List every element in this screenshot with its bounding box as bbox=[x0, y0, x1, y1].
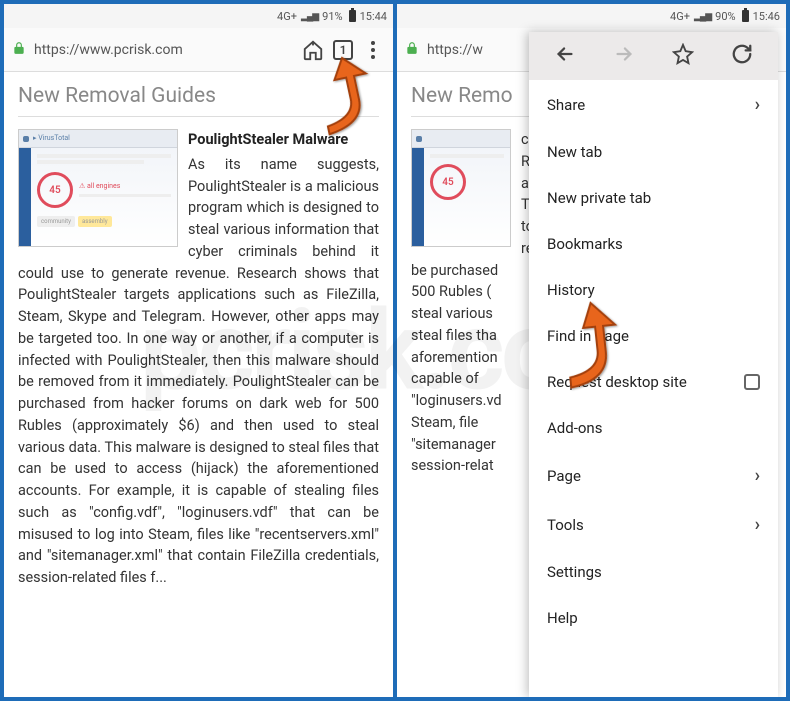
screen-right: 4G+ ▂▄▆ 90% 15:46 https://w New Remo 45 … bbox=[397, 4, 786, 697]
menu-item-new-private-tab[interactable]: New private tab bbox=[529, 175, 778, 221]
chevron-right-icon: › bbox=[755, 94, 760, 115]
menu-item-add-ons[interactable]: Add-ons bbox=[529, 405, 778, 451]
menu-item-new-tab[interactable]: New tab bbox=[529, 129, 778, 175]
reload-icon[interactable] bbox=[728, 43, 756, 70]
menu-item-label: New tab bbox=[547, 143, 602, 161]
page-content: New Removal Guides ▸ VirusTotal 45 ⚠ all… bbox=[4, 72, 393, 697]
article: ▸ VirusTotal 45 ⚠ all engines community bbox=[18, 129, 379, 589]
menu-items: Share › New tab New private tab Bookmarks His… bbox=[529, 80, 778, 697]
forward-icon bbox=[610, 43, 638, 70]
home-icon[interactable] bbox=[301, 38, 325, 62]
menu-item-label: New private tab bbox=[547, 189, 651, 207]
page-title: New Removal Guides bbox=[18, 84, 379, 117]
net-label: 4G+ bbox=[670, 10, 690, 23]
screen-left: 4G+ ▂▄▆ 91% 15:44 https://www.pcrisk.com… bbox=[4, 4, 393, 697]
signal-icon: ▂▄▆ bbox=[301, 11, 318, 22]
menu-item-label: Bookmarks bbox=[547, 235, 623, 253]
menu-icon[interactable] bbox=[361, 38, 385, 62]
status-bar: 4G+ ▂▄▆ 91% 15:44 bbox=[4, 4, 393, 28]
menu-item-label: Share bbox=[547, 96, 585, 114]
menu-item-help[interactable]: Help bbox=[529, 595, 778, 641]
checkbox-icon[interactable] bbox=[744, 374, 760, 390]
clock: 15:44 bbox=[360, 10, 387, 23]
battery-icon bbox=[742, 10, 749, 22]
article-thumb[interactable]: 45 bbox=[411, 129, 511, 247]
tab-count[interactable]: 1 bbox=[333, 40, 353, 60]
lock-icon bbox=[405, 41, 419, 59]
menu-item-history[interactable]: History bbox=[529, 267, 778, 313]
menu-item-page[interactable]: Page › bbox=[529, 451, 778, 500]
menu-item-share[interactable]: Share › bbox=[529, 80, 778, 129]
url-text[interactable]: https://www.pcrisk.com bbox=[34, 42, 293, 58]
menu-item-label: Request desktop site bbox=[547, 373, 687, 391]
menu-panel: Share › New tab New private tab Bookmarks His… bbox=[529, 32, 778, 697]
menu-item-label: Help bbox=[547, 609, 578, 627]
battery-icon bbox=[349, 10, 356, 22]
battery-pct: 90% bbox=[715, 10, 735, 23]
battery-pct: 91% bbox=[322, 10, 342, 23]
menu-item-label: History bbox=[547, 281, 595, 299]
signal-icon: ▂▄▆ bbox=[694, 11, 711, 22]
menu-item-label: Tools bbox=[547, 516, 584, 534]
thumb-score: 45 bbox=[430, 164, 466, 200]
status-bar: 4G+ ▂▄▆ 90% 15:46 bbox=[397, 4, 786, 28]
menu-item-label: Settings bbox=[547, 563, 602, 581]
menu-item-request-desktop-site[interactable]: Request desktop site bbox=[529, 359, 778, 405]
thumb-score: 45 bbox=[37, 172, 73, 208]
back-icon[interactable] bbox=[551, 43, 579, 70]
menu-item-label: Add-ons bbox=[547, 419, 602, 437]
menu-item-tools[interactable]: Tools › bbox=[529, 500, 778, 549]
browser-bar: https://www.pcrisk.com 1 bbox=[4, 28, 393, 72]
net-label: 4G+ bbox=[277, 10, 297, 23]
menu-item-settings[interactable]: Settings bbox=[529, 549, 778, 595]
menu-item-bookmarks[interactable]: Bookmarks bbox=[529, 221, 778, 267]
menu-item-label: Find in Page bbox=[547, 327, 629, 345]
menu-nav bbox=[529, 32, 778, 80]
menu-item-find-in-page[interactable]: Find in Page bbox=[529, 313, 778, 359]
lock-icon bbox=[12, 41, 26, 59]
chevron-right-icon: › bbox=[755, 514, 760, 535]
star-icon[interactable] bbox=[669, 43, 697, 70]
clock: 15:46 bbox=[753, 10, 780, 23]
menu-item-label: Page bbox=[547, 467, 581, 485]
chevron-right-icon: › bbox=[755, 465, 760, 486]
article-thumb[interactable]: ▸ VirusTotal 45 ⚠ all engines community bbox=[18, 129, 178, 247]
